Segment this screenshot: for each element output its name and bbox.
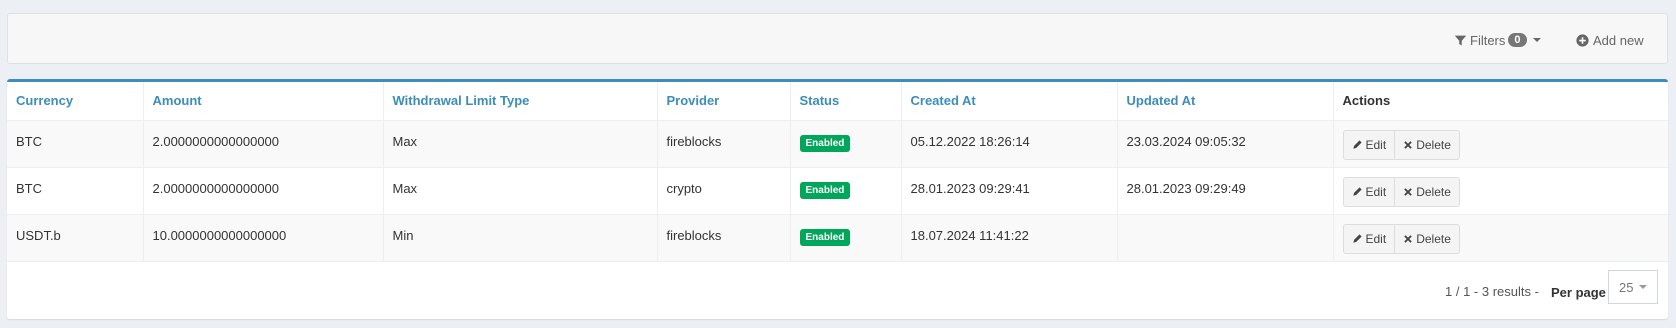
cell-created-at: 05.12.2022 18:26:14 bbox=[901, 120, 1118, 168]
per-page-label: Per page bbox=[1551, 285, 1606, 300]
pencil-icon bbox=[1352, 187, 1362, 196]
column-header-amount[interactable]: Amount bbox=[143, 82, 384, 121]
edit-button[interactable]: Edit bbox=[1342, 223, 1396, 254]
pencil-icon bbox=[1352, 140, 1362, 149]
cell-created-at: 18.07.2024 11:41:22 bbox=[901, 214, 1118, 262]
filters-count-badge: 0 bbox=[1508, 33, 1527, 47]
add-new-label: Add new bbox=[1593, 32, 1644, 48]
cell-limit-type: Min bbox=[383, 214, 658, 262]
cell-provider: fireblocks bbox=[657, 120, 791, 168]
cell-limit-type: Max bbox=[383, 167, 658, 215]
table-header-row: Currency Amount Withdrawal Limit Type Pr… bbox=[7, 82, 1668, 121]
column-header-created-at[interactable]: Created At bbox=[901, 82, 1118, 121]
delete-button[interactable]: Delete bbox=[1395, 223, 1460, 254]
filters-button[interactable]: Filters 0 bbox=[1454, 29, 1541, 51]
data-table-box: Currency Amount Withdrawal Limit Type Pr… bbox=[7, 79, 1668, 319]
filters-label: Filters bbox=[1470, 32, 1506, 48]
delete-button[interactable]: Delete bbox=[1395, 129, 1460, 160]
chevron-down-icon bbox=[1639, 285, 1648, 289]
table-row: USDT.b 10.0000000000000000 Min fireblock… bbox=[7, 214, 1668, 262]
table-footer: 1 / 1 - 3 results - Per page 25 bbox=[7, 261, 1668, 319]
chevron-down-icon bbox=[1532, 38, 1541, 42]
status-badge: Enabled bbox=[799, 134, 851, 152]
pagination-info: 1 / 1 - 3 results - bbox=[1445, 284, 1539, 299]
column-header-withdrawal-limit-type[interactable]: Withdrawal Limit Type bbox=[383, 82, 658, 121]
cell-status: Enabled bbox=[790, 120, 902, 168]
cell-provider: fireblocks bbox=[657, 214, 791, 262]
per-page-value: 25 bbox=[1619, 279, 1634, 295]
status-badge: Enabled bbox=[799, 228, 851, 246]
plus-circle-icon bbox=[1576, 33, 1589, 47]
withdrawal-limits-table: Currency Amount Withdrawal Limit Type Pr… bbox=[7, 82, 1668, 262]
add-new-button[interactable]: Add new bbox=[1576, 29, 1644, 51]
cell-amount: 10.0000000000000000 bbox=[143, 214, 384, 262]
cell-updated-at bbox=[1117, 214, 1334, 262]
table-row: BTC 2.0000000000000000 Max fireblocks En… bbox=[7, 120, 1668, 168]
table-row: BTC 2.0000000000000000 Max crypto Enable… bbox=[7, 167, 1668, 215]
column-header-updated-at[interactable]: Updated At bbox=[1117, 82, 1334, 121]
cell-status: Enabled bbox=[790, 214, 902, 262]
cell-updated-at: 28.01.2023 09:29:49 bbox=[1117, 167, 1334, 215]
column-header-currency[interactable]: Currency bbox=[7, 82, 144, 121]
cell-updated-at: 23.03.2024 09:05:32 bbox=[1117, 120, 1334, 168]
pencil-icon bbox=[1352, 234, 1362, 243]
cell-actions: Edit Delete bbox=[1333, 167, 1668, 215]
filter-icon bbox=[1454, 35, 1467, 45]
row-actions: Edit Delete bbox=[1342, 129, 1460, 160]
edit-button[interactable]: Edit bbox=[1342, 129, 1396, 160]
column-header-status[interactable]: Status bbox=[790, 82, 902, 121]
close-icon bbox=[1404, 140, 1412, 149]
per-page-select[interactable]: 25 bbox=[1608, 270, 1658, 304]
cell-currency: BTC bbox=[7, 167, 144, 215]
row-actions: Edit Delete bbox=[1342, 176, 1460, 207]
cell-currency: BTC bbox=[7, 120, 144, 168]
cell-actions: Edit Delete bbox=[1333, 120, 1668, 168]
cell-status: Enabled bbox=[790, 167, 902, 215]
column-header-actions: Actions bbox=[1333, 82, 1668, 121]
close-icon bbox=[1404, 187, 1412, 196]
cell-currency: USDT.b bbox=[7, 214, 144, 262]
cell-actions: Edit Delete bbox=[1333, 214, 1668, 262]
list-toolbar: Filters 0 Add new bbox=[7, 13, 1668, 64]
cell-limit-type: Max bbox=[383, 120, 658, 168]
delete-button[interactable]: Delete bbox=[1395, 176, 1460, 207]
row-actions: Edit Delete bbox=[1342, 223, 1460, 254]
edit-button[interactable]: Edit bbox=[1342, 176, 1396, 207]
cell-provider: crypto bbox=[657, 167, 791, 215]
cell-amount: 2.0000000000000000 bbox=[143, 167, 384, 215]
cell-amount: 2.0000000000000000 bbox=[143, 120, 384, 168]
cell-created-at: 28.01.2023 09:29:41 bbox=[901, 167, 1118, 215]
close-icon bbox=[1404, 234, 1412, 243]
status-badge: Enabled bbox=[799, 181, 851, 199]
column-header-provider[interactable]: Provider bbox=[657, 82, 791, 121]
